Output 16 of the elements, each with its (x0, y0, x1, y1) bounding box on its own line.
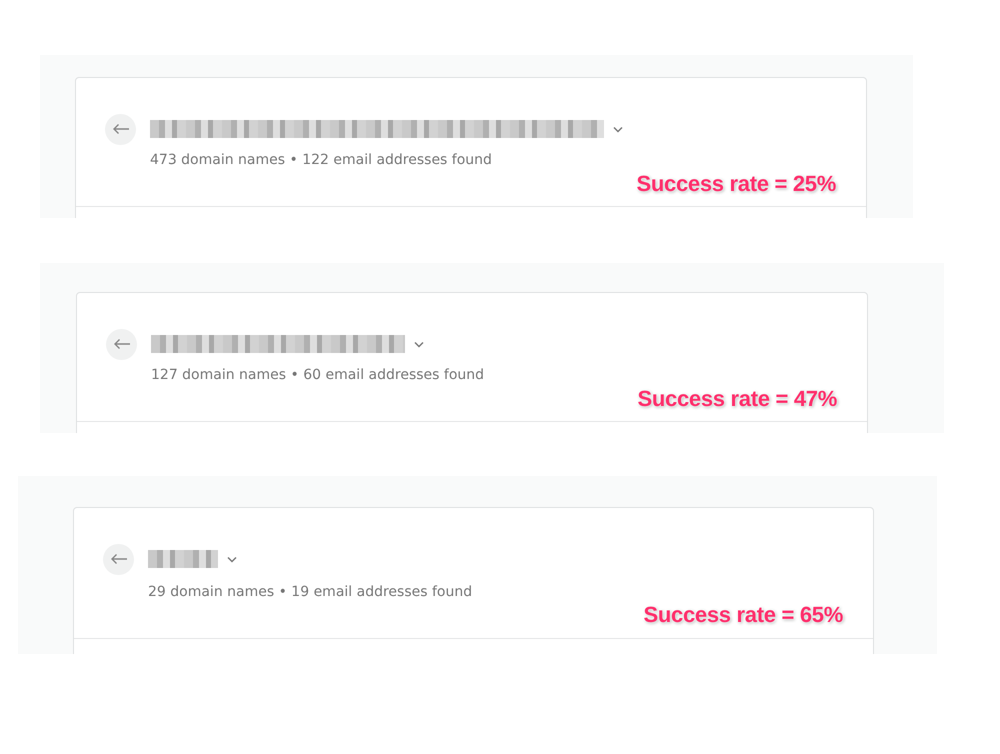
chevron-down-icon[interactable] (414, 340, 424, 348)
stats-text: 29 domain names • 19 email addresses found (148, 583, 474, 602)
stats-text: 473 domain names • 122 email addresses found (150, 151, 493, 170)
success-rate-annotation: Success rate = 65% (644, 602, 843, 628)
arrow-left-icon (112, 123, 130, 135)
arrow-left-icon (110, 553, 128, 565)
success-rate-annotation: Success rate = 25% (636, 171, 836, 197)
pixelated-text-block (148, 550, 218, 568)
success-rate-annotation: Success rate = 47% (638, 386, 837, 412)
chevron-down-icon[interactable] (613, 126, 623, 132)
back-button[interactable] (105, 114, 136, 144)
back-button[interactable] (103, 544, 134, 574)
stats-text: 127 domain names • 60 email addresses found (151, 366, 486, 385)
arrow-left-icon (112, 338, 130, 350)
chevron-down-icon[interactable] (227, 556, 237, 562)
back-button[interactable] (106, 328, 137, 360)
